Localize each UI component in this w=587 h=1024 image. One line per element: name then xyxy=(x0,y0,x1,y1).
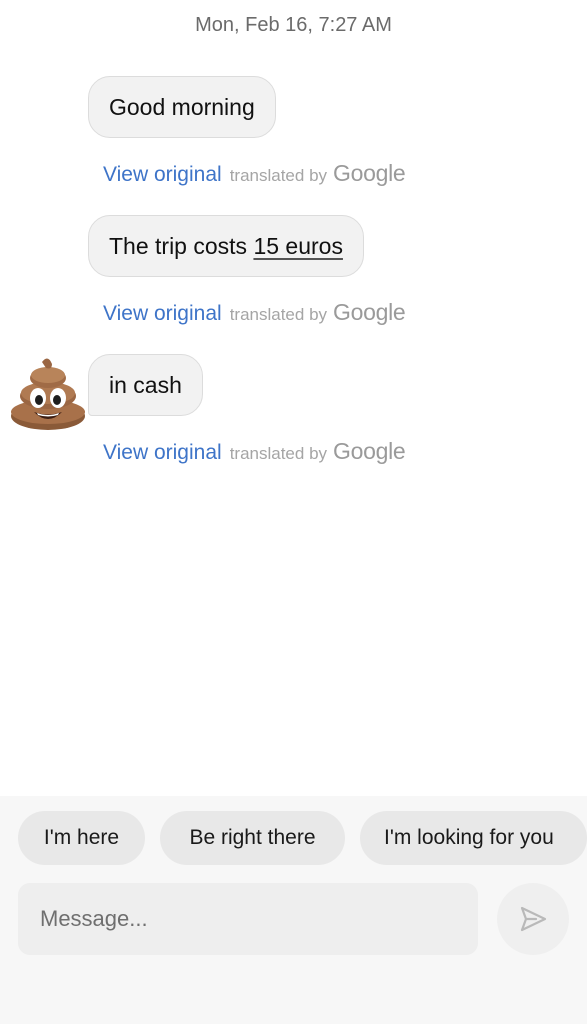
message-bubble[interactable]: Good morning xyxy=(88,76,276,138)
quick-reply-chip[interactable]: I'm here xyxy=(18,811,145,865)
message-text-start: The trip costs xyxy=(109,232,254,259)
google-attribution: Google xyxy=(333,438,406,464)
translated-by-label: translated by xyxy=(229,305,328,324)
message-text: Good morning xyxy=(109,93,255,120)
message-text: in cash xyxy=(109,371,182,398)
message-bubble[interactable]: The trip costs 15 euros xyxy=(88,215,364,277)
google-attribution: Google xyxy=(333,299,406,325)
pile-of-poo-emoji-icon[interactable] xyxy=(8,354,88,434)
view-original-link[interactable]: View original xyxy=(103,302,222,326)
translation-row: View original translated by Google xyxy=(103,299,406,326)
quick-reply-chip[interactable]: I'm looking for you xyxy=(360,811,587,865)
translated-by-label: translated by xyxy=(229,166,328,185)
translated-by-label: translated by xyxy=(229,444,328,463)
view-original-link[interactable]: View original xyxy=(103,441,222,465)
send-button[interactable] xyxy=(497,883,569,955)
translation-row: View original translated by Google xyxy=(103,438,406,465)
detected-number-link[interactable]: 15 euros xyxy=(253,233,343,259)
message-timestamp: Mon, Feb 16, 7:27 AM xyxy=(195,14,392,36)
view-original-link[interactable]: View original xyxy=(103,163,222,187)
message-input[interactable]: Message... xyxy=(18,883,478,955)
message-text: The trip costs 15 euros xyxy=(109,233,343,260)
message-input-placeholder: Message... xyxy=(40,906,148,931)
send-arrow-icon xyxy=(520,906,547,932)
google-attribution: Google xyxy=(333,160,406,186)
chat-screen: Mon, Feb 16, 7:27 AM Good morning View o… xyxy=(0,0,587,1024)
quick-reply-chip[interactable]: Be right there xyxy=(160,811,345,865)
translation-row: View original translated by Google xyxy=(103,160,406,187)
message-bubble[interactable]: in cash xyxy=(88,354,203,416)
